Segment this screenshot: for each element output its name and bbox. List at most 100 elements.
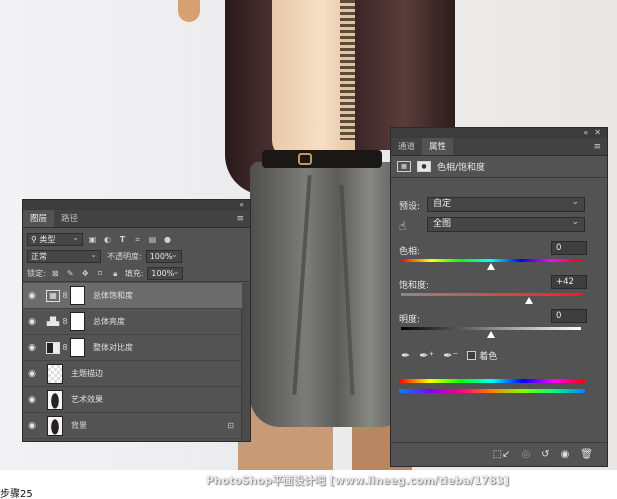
- adjustment-type-icon[interactable]: ▦: [397, 161, 411, 172]
- layer-thumbnail[interactable]: [47, 415, 63, 436]
- layer-list: ◉ ▦ 8 总体饱和度 ◉ ▟▙ 8 总体亮度 ◉ 8 整体对比度 ◉ 主题描边…: [23, 283, 250, 441]
- layer-name: 背景: [71, 421, 87, 430]
- reset-icon[interactable]: ↺: [541, 449, 549, 460]
- layer-mask-thumbnail[interactable]: [70, 312, 85, 331]
- tab-channels[interactable]: 通道: [391, 138, 422, 155]
- tab-layers[interactable]: 图层: [23, 210, 55, 227]
- layer-row[interactable]: ◉ 8 整体对比度: [23, 335, 242, 361]
- saturation-input[interactable]: +42: [551, 275, 587, 289]
- lock-move-icon[interactable]: ✥: [80, 268, 91, 279]
- trash-icon[interactable]: 🗑︎: [580, 449, 593, 460]
- lightness-slider-knob[interactable]: [487, 331, 495, 338]
- saturation-label: 饱和度:: [399, 281, 430, 291]
- layer-row[interactable]: ◉ ▦ 8 总体饱和度: [23, 283, 242, 309]
- properties-panel-topbar: « ✕: [391, 128, 607, 138]
- layer-name: 主题描边: [71, 369, 103, 378]
- layer-name: 整体对比度: [93, 343, 133, 352]
- layers-panel: « 图层 路径 ≡ ⚲ 类型 ▣ ◐ T ⌗ ▤ ● 正常 不透明度: 100%…: [22, 199, 251, 442]
- type-filter-icon[interactable]: T: [117, 234, 128, 245]
- layer-row[interactable]: ◉ ▟▙ 8 总体亮度: [23, 309, 242, 335]
- fill-input[interactable]: 100%: [147, 266, 184, 280]
- preset-select[interactable]: 自定: [427, 196, 585, 212]
- lock-all-icon[interactable]: 🔒︎: [110, 268, 121, 279]
- pixel-filter-icon[interactable]: ▣: [87, 234, 98, 245]
- lightness-input[interactable]: 0: [551, 309, 587, 323]
- panel-menu-icon[interactable]: ≡: [236, 214, 244, 224]
- tab-properties[interactable]: 属性: [422, 138, 454, 155]
- visibility-eye-icon[interactable]: ◉: [23, 395, 41, 405]
- output-color-bar: [399, 389, 585, 393]
- layer-name: 总体亮度: [93, 317, 125, 326]
- filter-kind-value: 类型: [39, 235, 56, 244]
- input-color-bar: [399, 379, 585, 383]
- filter-toggle-icon[interactable]: ●: [162, 234, 173, 245]
- target-adjust-hand-icon[interactable]: ☝: [399, 219, 406, 233]
- layers-tabs: 图层 路径 ≡: [23, 210, 250, 228]
- adjustment-filter-icon[interactable]: ◐: [102, 234, 113, 245]
- mask-mode-icon[interactable]: ●: [417, 161, 431, 172]
- visibility-eye-icon[interactable]: ◉: [23, 291, 41, 301]
- filter-kind-select[interactable]: ⚲ 类型: [27, 232, 83, 246]
- brightness-contrast-icon: [46, 341, 60, 354]
- eyedropper-plus-icon[interactable]: ✒⁺: [419, 349, 434, 362]
- close-icon[interactable]: ✕: [594, 128, 601, 138]
- hue-slider-knob[interactable]: [487, 263, 495, 270]
- layer-list-scrollbar[interactable]: [241, 283, 250, 441]
- opacity-input[interactable]: 100%: [145, 249, 182, 263]
- colorize-option[interactable]: 着色: [467, 349, 497, 362]
- blend-row: 正常 不透明度: 100%: [23, 248, 250, 265]
- properties-footer: ⬚↙ ◎ ↺ ◉ 🗑︎: [391, 442, 607, 466]
- fill-label: 填充:: [124, 268, 144, 278]
- saturation-slider-track[interactable]: [401, 293, 581, 296]
- visibility-eye-icon[interactable]: ◉: [23, 421, 41, 431]
- layer-name: 总体饱和度: [93, 291, 133, 300]
- collapse-icon[interactable]: «: [239, 200, 244, 210]
- eyedropper-icon[interactable]: ✒: [401, 349, 410, 362]
- opacity-label: 不透明度:: [107, 252, 142, 261]
- lightness-label: 明度:: [399, 315, 421, 325]
- collapse-icon[interactable]: «: [583, 128, 588, 138]
- view-previous-icon[interactable]: ◎: [521, 449, 530, 460]
- clip-to-layer-icon[interactable]: ⬚↙: [493, 449, 511, 460]
- lock-icon: ⊡: [227, 421, 234, 430]
- visibility-eye-icon[interactable]: ◉: [23, 317, 41, 327]
- link-chain-icon[interactable]: 8: [60, 343, 70, 352]
- lock-label: 锁定:: [27, 268, 46, 278]
- layer-name: 艺术效果: [71, 395, 103, 404]
- layer-thumbnail[interactable]: [47, 363, 63, 384]
- panel-menu-icon[interactable]: ≡: [593, 142, 601, 152]
- visibility-eye-icon[interactable]: ◉: [23, 369, 41, 379]
- layer-thumbnail[interactable]: [47, 389, 63, 410]
- colorize-checkbox[interactable]: [467, 351, 477, 360]
- properties-title-row: ▦ ● 色相/饱和度: [391, 156, 607, 178]
- lock-row: 锁定: ⊠ ✎ ✥ ⌑ 🔒︎ 填充: 100%: [23, 265, 250, 282]
- saturation-slider-knob[interactable]: [524, 297, 533, 304]
- layer-row[interactable]: ◉ 主题描边: [23, 361, 242, 387]
- layer-mask-thumbnail[interactable]: [70, 286, 85, 305]
- link-chain-icon[interactable]: 8: [60, 317, 70, 326]
- hue-input[interactable]: 0: [551, 241, 587, 255]
- layer-mask-thumbnail[interactable]: [70, 338, 85, 357]
- layer-row[interactable]: ◉ 艺术效果: [23, 387, 242, 413]
- layers-panel-topbar: «: [23, 200, 250, 210]
- channel-select[interactable]: 全图: [427, 216, 585, 232]
- lightness-slider-track[interactable]: [401, 327, 581, 330]
- blend-mode-select[interactable]: 正常: [27, 249, 101, 263]
- watermark: PhotoShop平面设计吧 [www.lineeg.com/tieba/178…: [206, 475, 509, 487]
- smart-object-filter-icon[interactable]: ▤: [147, 234, 158, 245]
- visibility-eye-icon[interactable]: ◉: [23, 343, 41, 353]
- lock-transparent-icon[interactable]: ⊠: [50, 268, 61, 279]
- eyedropper-minus-icon[interactable]: ✒⁻: [443, 349, 458, 362]
- hue-slider-track[interactable]: [401, 259, 581, 262]
- search-icon: ⚲: [31, 235, 37, 244]
- eyedropper-tools: ✒ ✒⁺ ✒⁻ 着色: [401, 349, 497, 362]
- properties-panel: « ✕ 通道 属性 ≡ ▦ ● 色相/饱和度 预设: 自定 ☝ 全图 色相: 0…: [390, 127, 608, 467]
- lock-paint-icon[interactable]: ✎: [65, 268, 76, 279]
- link-chain-icon[interactable]: 8: [60, 291, 70, 300]
- lock-artboard-icon[interactable]: ⌑: [95, 268, 106, 279]
- tab-paths[interactable]: 路径: [54, 210, 85, 227]
- shape-filter-icon[interactable]: ⌗: [132, 234, 143, 245]
- layer-row[interactable]: ◉ 背景 ⊡: [23, 413, 242, 439]
- toggle-visibility-icon[interactable]: ◉: [561, 449, 570, 460]
- colorize-label: 着色: [479, 352, 498, 362]
